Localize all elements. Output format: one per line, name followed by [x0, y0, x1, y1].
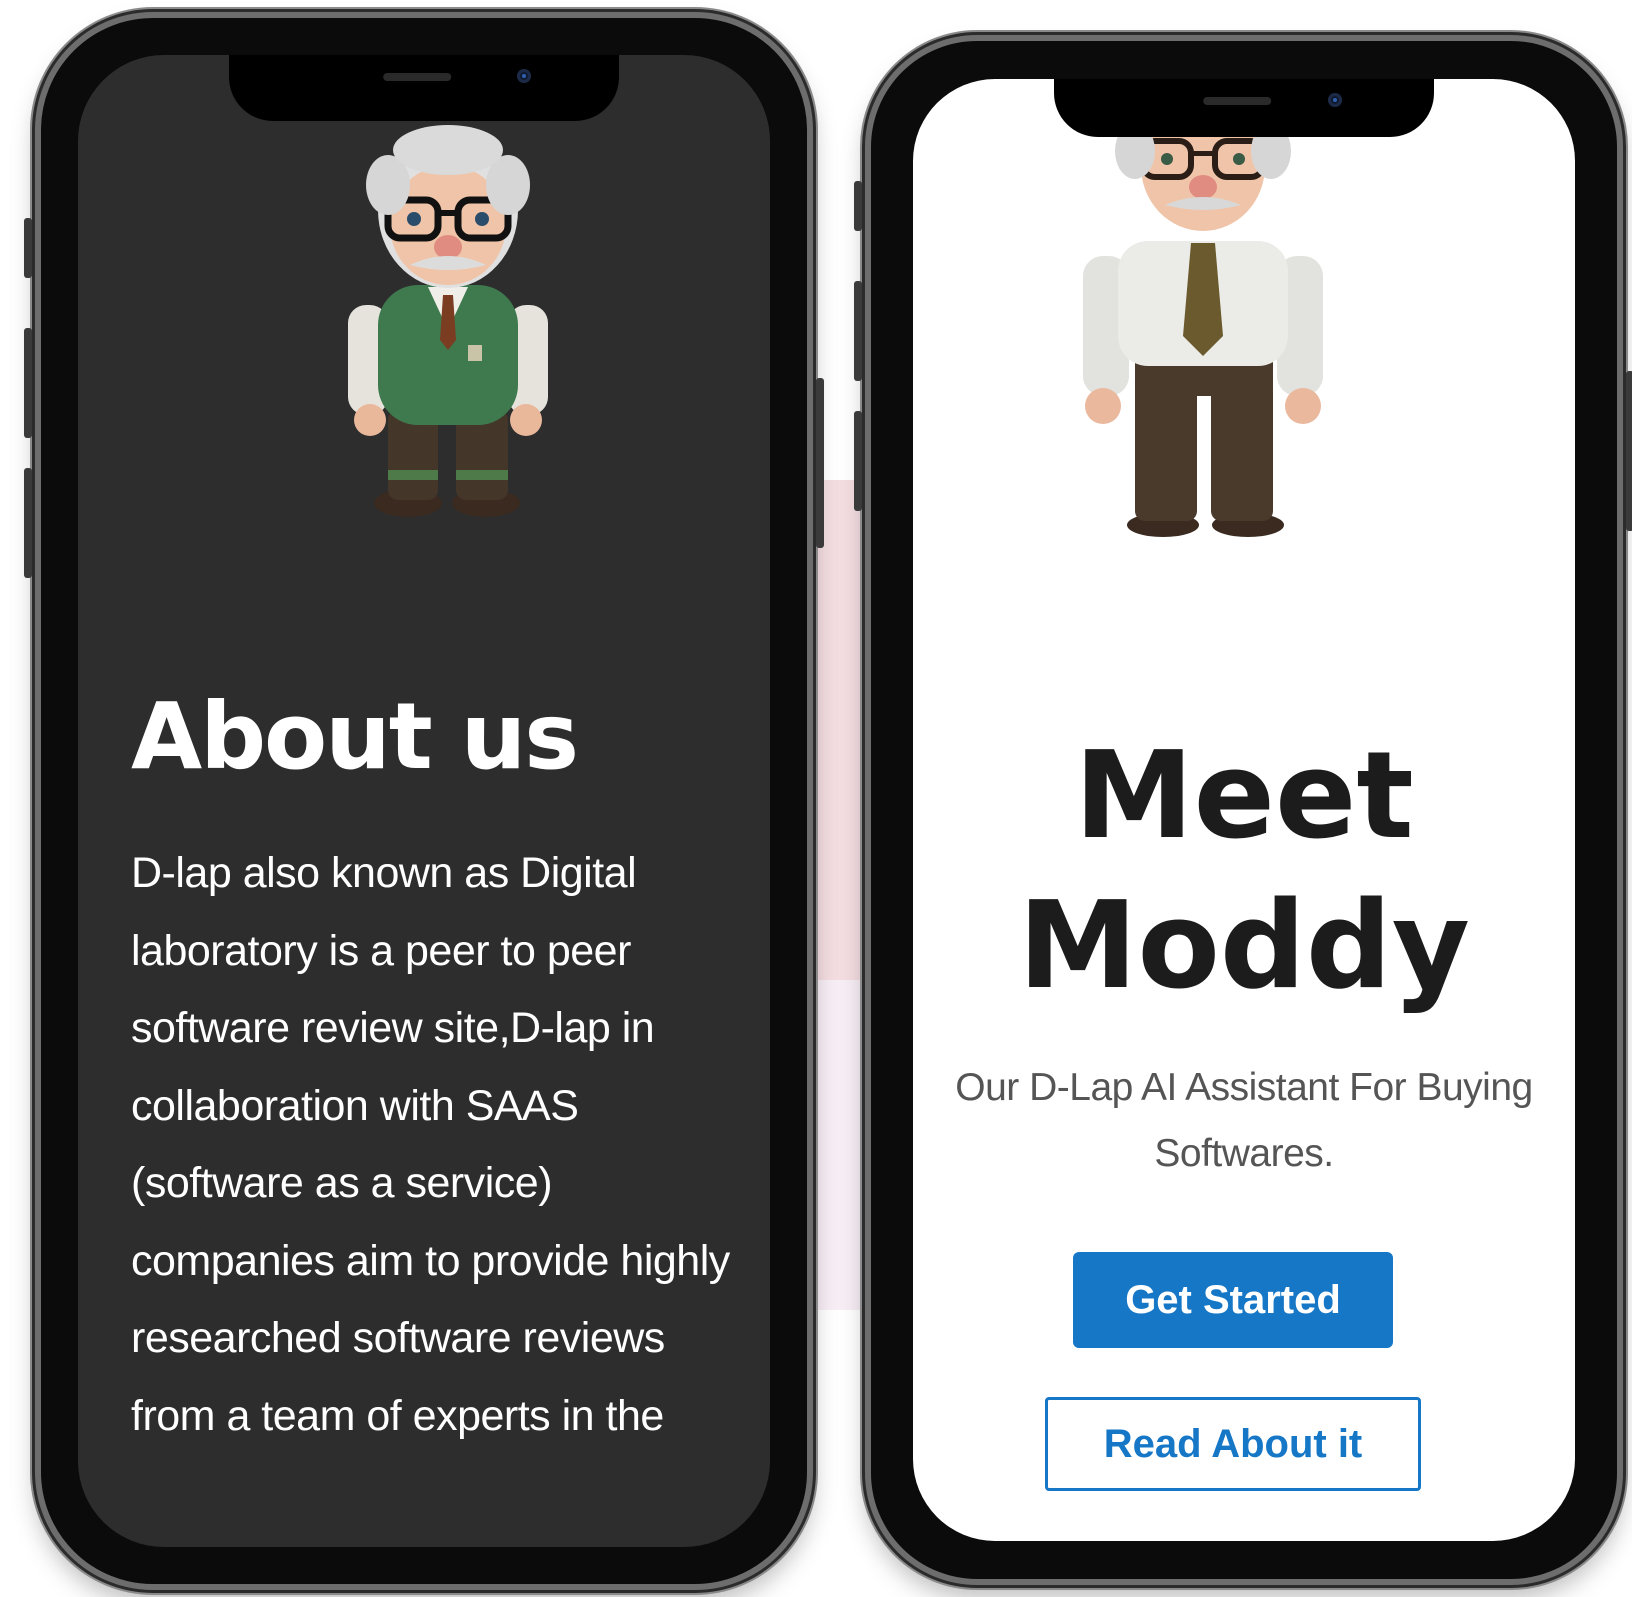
phone-silent-switch	[24, 218, 32, 278]
moddy-character-shirt	[1083, 121, 1323, 537]
get-started-button[interactable]: Get Started	[1073, 1252, 1393, 1348]
phone-volume-up	[24, 328, 32, 438]
about-screen: About us D-lap also known as Digital lab…	[78, 55, 770, 1547]
moddy-character-vest	[348, 125, 548, 517]
phone-power-button	[816, 378, 824, 548]
read-about-button[interactable]: Read About it	[1045, 1397, 1421, 1491]
meet-moddy-subtitle: Our D-Lap AI Assistant For Buying Softwa…	[955, 1066, 1533, 1175]
phone-volume-down	[854, 411, 862, 511]
phone-power-button	[1626, 371, 1632, 531]
front-camera-icon	[1328, 93, 1342, 107]
speaker-grille	[1203, 97, 1272, 105]
notch	[1054, 79, 1434, 137]
speaker-grille	[383, 73, 452, 81]
phone-meet-moddy: Meet Moddy Our D-Lap AI Assistant For Buy…	[854, 35, 1632, 1585]
about-description: D-lap also known as Digital laboratory i…	[131, 849, 730, 1440]
meet-moddy-screen: Meet Moddy Our D-Lap AI Assistant For Buy…	[913, 79, 1575, 1541]
about-title: About us	[131, 683, 579, 790]
phone-about: About us D-lap also known as Digital lab…	[24, 12, 824, 1590]
front-camera-icon	[517, 69, 531, 83]
phone-volume-up	[854, 281, 862, 381]
meet-moddy-title: Meet Moddy	[1018, 727, 1470, 1016]
phone-volume-down	[24, 468, 32, 578]
phone-silent-switch	[854, 181, 862, 231]
notch	[229, 55, 619, 121]
